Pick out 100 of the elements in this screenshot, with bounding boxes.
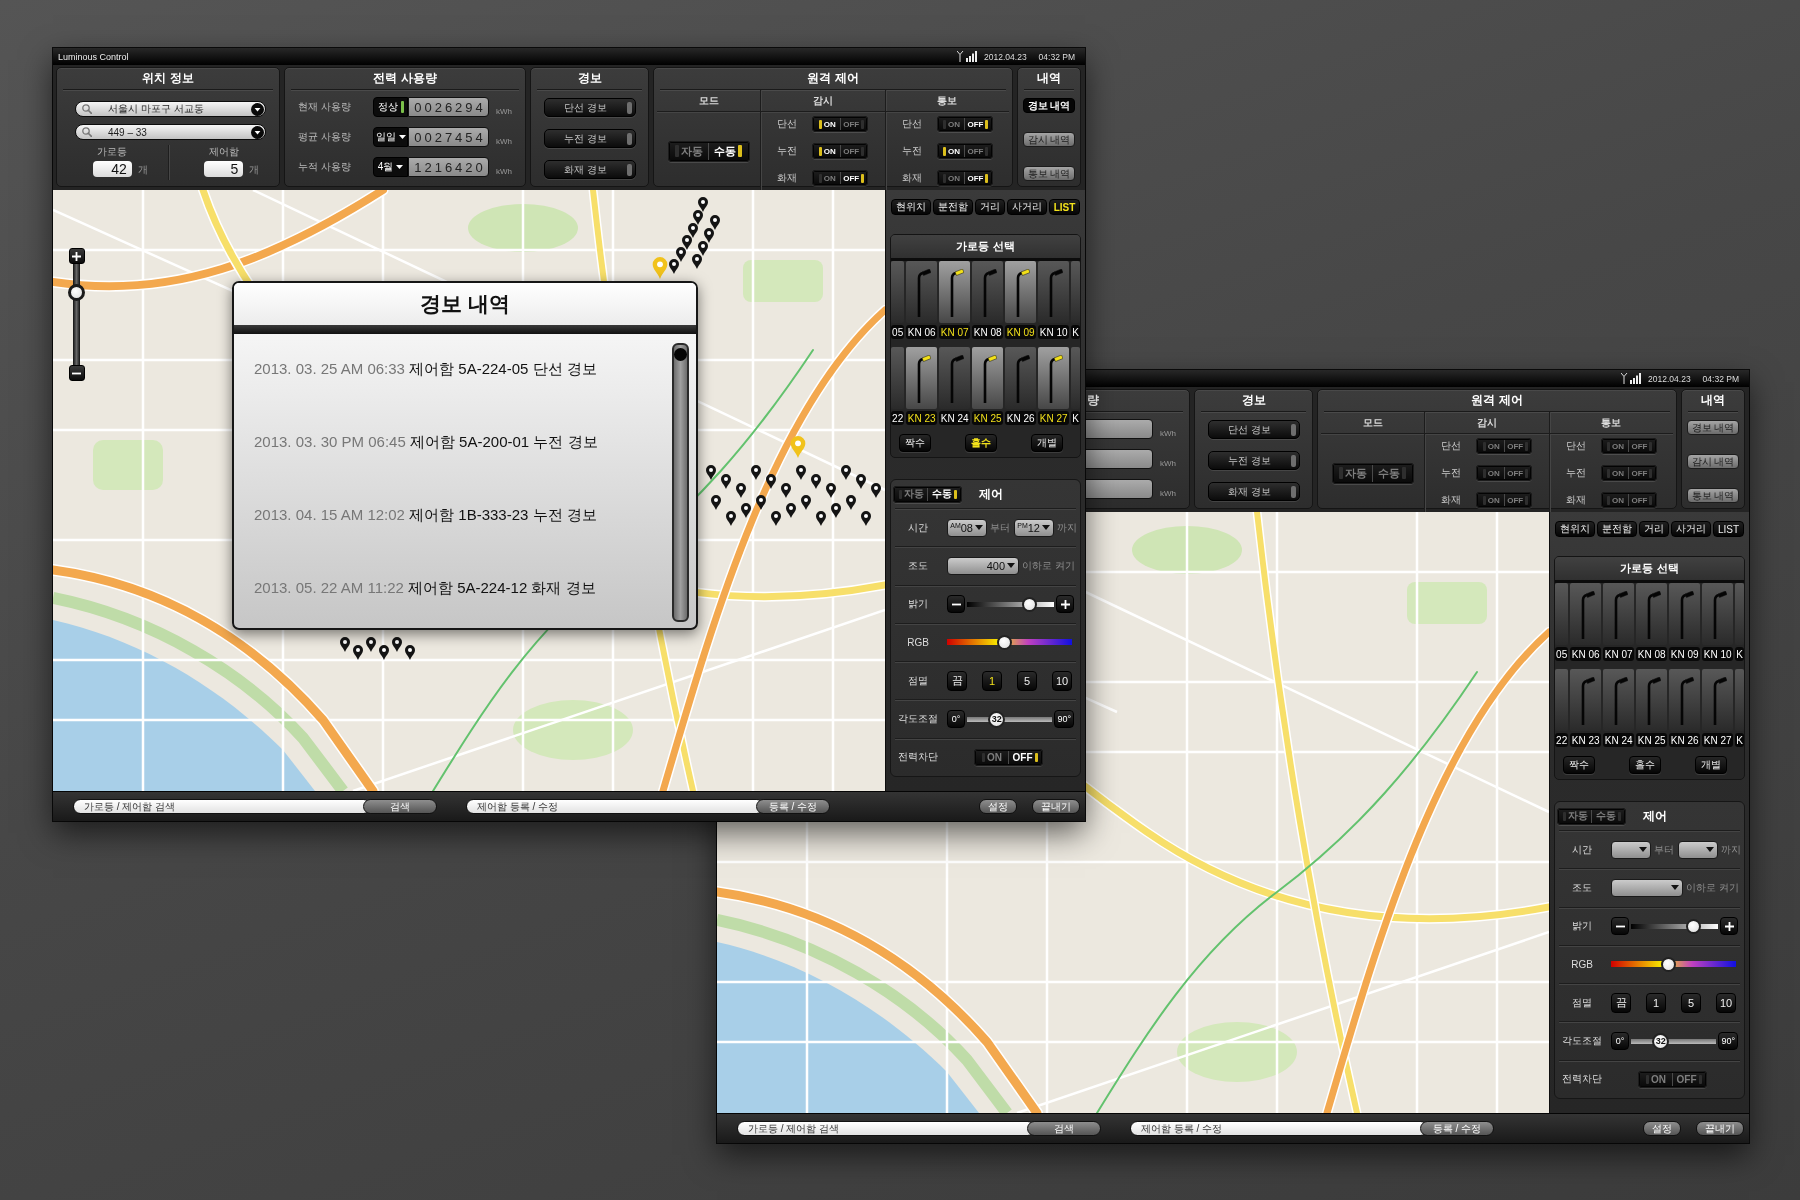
lamp-label[interactable]: 22 — [1555, 733, 1569, 747]
lamp-tile[interactable] — [1735, 669, 1744, 731]
lamp-label[interactable]: KN 10 — [1038, 325, 1070, 339]
map-pin-icon[interactable] — [756, 495, 766, 510]
settings-button[interactable]: 설정 — [1643, 1120, 1681, 1136]
lamp-tile[interactable] — [939, 261, 971, 323]
period-dropdown[interactable]: 일일 — [373, 127, 408, 147]
tab[interactable]: LIST — [1712, 521, 1745, 537]
switch-option[interactable]: 자동 — [895, 487, 927, 501]
minimum-button[interactable]: 0° — [947, 710, 965, 729]
lamp-label[interactable]: KN 24 — [1603, 733, 1635, 747]
switch-option[interactable]: 자동 — [1333, 464, 1373, 482]
lamp-label[interactable]: KN 24 — [939, 411, 971, 425]
increase-button[interactable] — [1056, 595, 1074, 614]
group-button[interactable]: 홀수 — [1629, 756, 1661, 774]
group-button[interactable]: 개별 — [1031, 434, 1063, 452]
period-dropdown[interactable]: 4월 — [373, 157, 408, 177]
switch-option[interactable]: OFF — [964, 172, 991, 184]
switch-option[interactable]: OFF — [1008, 750, 1041, 764]
map-pin-icon[interactable] — [710, 215, 720, 230]
lamp-label[interactable]: KN 08 — [1636, 647, 1668, 661]
switch-option[interactable]: ON — [1602, 494, 1629, 506]
tab[interactable]: 분전함 — [1596, 521, 1637, 537]
map-pin-icon[interactable] — [771, 511, 781, 526]
switch-option[interactable]: ON — [814, 118, 840, 130]
option-button[interactable]: 끔 — [947, 670, 967, 691]
maximum-button[interactable]: 90° — [1054, 710, 1074, 729]
lamp-label[interactable]: KN 25 — [1636, 733, 1668, 747]
switch-option[interactable]: ON — [976, 750, 1008, 764]
decrease-button[interactable] — [1611, 917, 1629, 936]
lamp-tile[interactable] — [1038, 261, 1070, 323]
lamp-label[interactable]: KN 06 — [906, 325, 938, 339]
alarm-button[interactable]: 누전 경보 — [1207, 451, 1300, 470]
scroll-thumb[interactable] — [674, 348, 687, 361]
switch-option[interactable]: OFF — [1503, 440, 1531, 452]
option-button[interactable]: 10 — [1052, 670, 1072, 691]
history-button[interactable]: 통보 내역 — [1023, 166, 1075, 181]
lamp-label[interactable]: KN 09 — [1669, 647, 1701, 661]
lamp-label[interactable]: KN 07 — [939, 325, 971, 339]
search-button[interactable]: 검색 — [1027, 1120, 1101, 1136]
history-button[interactable]: 감시 내역 — [1023, 132, 1075, 147]
lamp-tile[interactable] — [891, 347, 905, 409]
map-pin-icon[interactable] — [721, 474, 731, 489]
map-pin-icon[interactable] — [379, 645, 389, 660]
lamp-label[interactable]: KN 27 — [1038, 411, 1070, 425]
map-pin-icon[interactable] — [698, 241, 708, 256]
switch-option[interactable]: 수동 — [1372, 464, 1412, 482]
switch-option[interactable]: ON — [938, 118, 965, 130]
map-pin-icon[interactable] — [353, 645, 363, 660]
lamp-tile[interactable] — [1636, 583, 1668, 645]
slider-thumb[interactable]: 32 — [988, 710, 1006, 728]
map-pin-icon[interactable] — [682, 235, 692, 250]
register-button[interactable]: 등록 / 수정 — [756, 798, 830, 814]
switch-option[interactable]: 수동 — [1591, 809, 1624, 823]
slider-thumb[interactable] — [1685, 918, 1701, 934]
switch-option[interactable]: ON — [1640, 1072, 1672, 1086]
alarm-button[interactable]: 화재 경보 — [1207, 482, 1300, 501]
switch-option[interactable]: ON — [938, 172, 965, 184]
lamp-label[interactable]: KN 09 — [1005, 325, 1037, 339]
lamp-tile[interactable] — [939, 347, 971, 409]
lamp-label[interactable]: KN 10 — [1702, 647, 1734, 661]
slider-track[interactable]: 32 — [967, 710, 1053, 728]
lamp-label[interactable]: KN 26 — [1005, 411, 1037, 425]
map-pin-icon[interactable] — [841, 465, 851, 480]
lamp-label[interactable]: K — [1071, 411, 1080, 425]
map-pin-icon[interactable] — [826, 483, 836, 498]
switch-option[interactable]: ON — [1478, 440, 1504, 452]
history-button[interactable]: 통보 내역 — [1687, 488, 1739, 503]
lamp-label[interactable]: KN 08 — [972, 325, 1004, 339]
time-dropdown[interactable]: $^{AM}$08 — [947, 518, 987, 537]
tab[interactable]: 거리 — [974, 199, 1005, 215]
map-pin-icon[interactable] — [698, 197, 708, 212]
switch-option[interactable]: OFF — [964, 118, 991, 130]
map-pin-icon[interactable] — [781, 483, 791, 498]
lamp-label[interactable]: K — [1071, 325, 1080, 339]
lamp-tile[interactable] — [1636, 669, 1668, 731]
tab[interactable]: 거리 — [1638, 521, 1669, 537]
map-pin-icon[interactable] — [861, 511, 871, 526]
switch-option[interactable]: 자동 — [1559, 809, 1591, 823]
lamp-label[interactable]: KN 27 — [1702, 733, 1734, 747]
lamp-label[interactable]: K — [1735, 647, 1744, 661]
slider-thumb[interactable] — [1660, 957, 1676, 972]
lamp-tile[interactable] — [1005, 347, 1037, 409]
map-pin-icon[interactable] — [741, 503, 751, 518]
switch-option[interactable]: OFF — [1628, 467, 1655, 479]
lamp-label[interactable]: KN 23 — [1570, 733, 1602, 747]
increase-button[interactable] — [1720, 917, 1738, 936]
decrease-button[interactable] — [947, 595, 965, 614]
switch-option[interactable]: OFF — [1672, 1072, 1705, 1086]
group-button[interactable]: 개별 — [1695, 756, 1727, 774]
map-pin-icon[interactable] — [786, 503, 796, 518]
switch-option[interactable]: OFF — [1503, 467, 1531, 479]
search-button[interactable]: 검색 — [363, 798, 437, 814]
tab[interactable]: 분전함 — [932, 199, 973, 215]
history-entry[interactable]: 2013. 05. 22 AM 11:22 제어함 5A-224-12 화재 경보 — [254, 578, 596, 598]
map-pin-icon[interactable] — [831, 503, 841, 518]
map-pin-icon[interactable] — [392, 637, 402, 652]
switch-option[interactable]: OFF — [839, 118, 867, 130]
tab[interactable]: 현위치 — [890, 199, 931, 215]
switch-option[interactable]: OFF — [839, 172, 867, 184]
